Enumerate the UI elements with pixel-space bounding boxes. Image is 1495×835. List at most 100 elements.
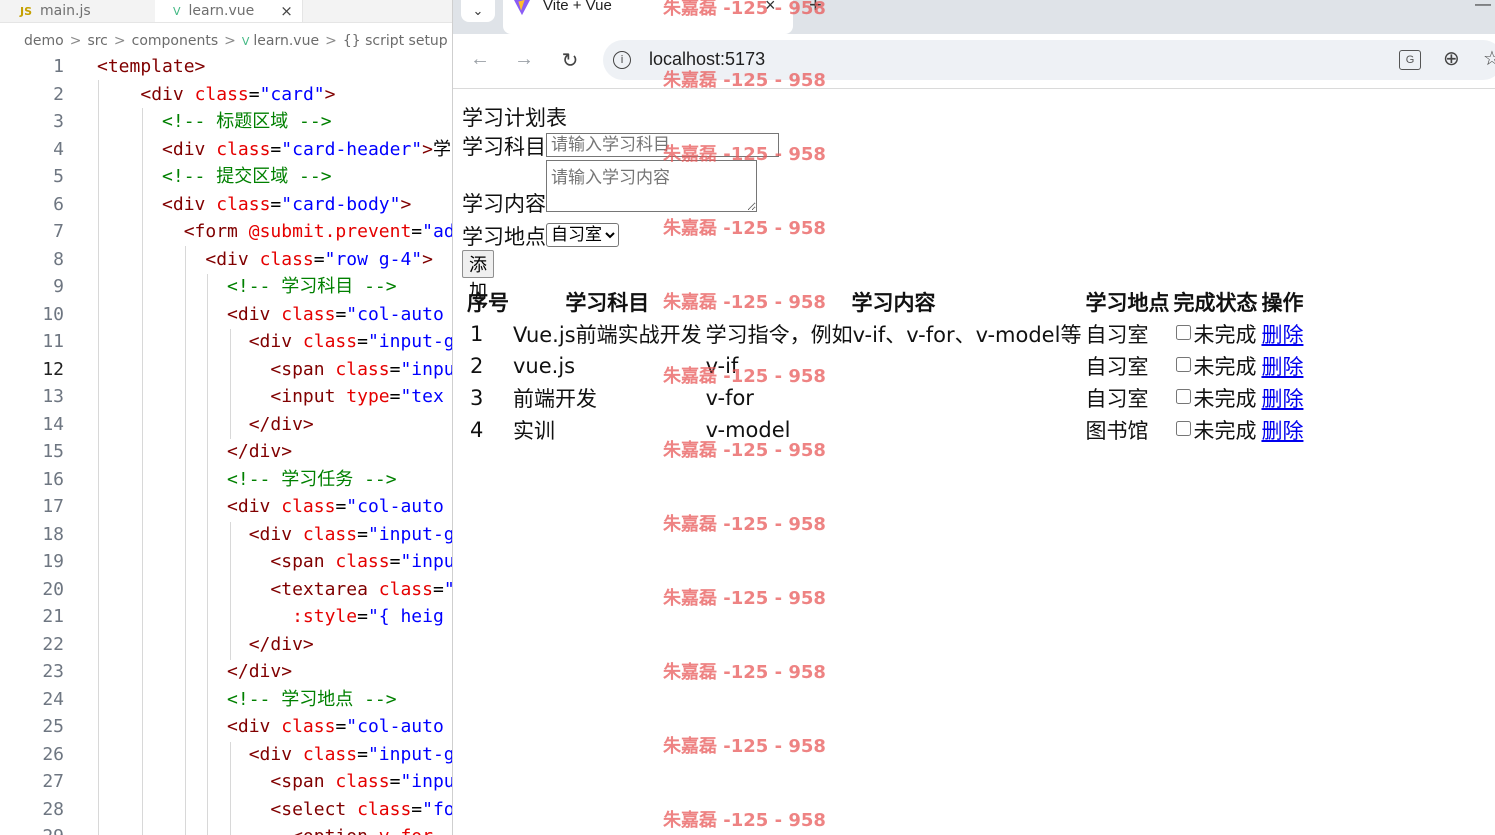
breadcrumb-item[interactable]: src bbox=[87, 33, 107, 49]
breadcrumb-item[interactable]: {} script setup bbox=[343, 33, 448, 49]
row-content: v-for bbox=[705, 386, 754, 410]
reload-icon[interactable]: ↻ bbox=[557, 48, 583, 73]
line-number: 8 bbox=[53, 248, 64, 270]
row-action: 删除 bbox=[1260, 415, 1304, 445]
code-line: <span class="inpu bbox=[270, 358, 452, 380]
line-number: 9 bbox=[53, 276, 64, 297]
place-row: 学习地点 自习室 bbox=[462, 221, 619, 251]
code-editor[interactable]: JS main.js V learn.vue × demo > src > co… bbox=[0, 0, 452, 835]
delete-link[interactable]: 删除 bbox=[1261, 323, 1303, 347]
line-number: 26 bbox=[42, 743, 64, 765]
row-subject: 前端开发 bbox=[513, 387, 597, 411]
table-row: 4 实训 v-model 图书馆 未完成 删除 bbox=[466, 415, 1304, 445]
row-subject: vue.js bbox=[513, 354, 576, 378]
status-text: 未完成 bbox=[1193, 323, 1257, 347]
vue-file-icon: V bbox=[241, 34, 250, 48]
line-number: 12 bbox=[42, 358, 64, 380]
code-line: <span class="inpu bbox=[270, 551, 452, 572]
browser-tab-title: Vite + Vue bbox=[543, 0, 612, 14]
table-header-row: 序号 学习科目 学习内容 学习地点 完成状态 操作 bbox=[466, 287, 1304, 317]
zoom-icon[interactable]: ⊕ bbox=[1443, 46, 1460, 71]
browser-tab-strip: ⌄ Vite + Vue × + — bbox=[453, 0, 1495, 34]
close-icon[interactable]: × bbox=[280, 2, 293, 20]
breadcrumb-item[interactable]: learn.vue bbox=[253, 33, 319, 49]
line-number: 19 bbox=[42, 551, 64, 572]
breadcrumb-item[interactable]: components bbox=[132, 33, 219, 49]
code-line: <option v-for bbox=[97, 823, 433, 835]
editor-tab-main-js[interactable]: JS main.js bbox=[20, 0, 152, 22]
line-number: 25 bbox=[42, 716, 64, 737]
done-checkbox[interactable] bbox=[1176, 325, 1192, 340]
code-line: <!-- 学习科目 --> bbox=[227, 276, 397, 297]
back-arrow-icon[interactable]: ← bbox=[467, 48, 493, 71]
line-number: 28 bbox=[42, 798, 64, 820]
code-line: </div> bbox=[227, 661, 293, 682]
code-line: :style="{ heig bbox=[292, 606, 444, 627]
code-line: </div> bbox=[248, 633, 314, 655]
code-line: <div class="card-header">学 bbox=[162, 138, 451, 160]
place-label: 学习地点 bbox=[462, 225, 546, 249]
plan-table: 序号 学习科目 学习内容 学习地点 完成状态 操作 1 Vue.js前端实战开发… bbox=[464, 285, 1306, 447]
bookmark-star-icon[interactable]: ☆ bbox=[1483, 46, 1495, 71]
subject-label: 学习科目 bbox=[462, 135, 546, 159]
line-number: 10 bbox=[42, 303, 64, 325]
tab-search-button[interactable]: ⌄ bbox=[461, 0, 495, 22]
place-select[interactable]: 自习室 bbox=[546, 223, 619, 247]
done-checkbox[interactable] bbox=[1176, 389, 1192, 404]
line-number: 14 bbox=[42, 413, 64, 435]
info-icon[interactable]: i bbox=[613, 51, 631, 69]
code-line: <div class="col-auto bbox=[227, 496, 444, 517]
editor-tab-label: learn.vue bbox=[188, 3, 255, 19]
code-line: </div> bbox=[227, 441, 293, 462]
subject-input[interactable] bbox=[546, 133, 779, 157]
new-tab-button[interactable]: + bbox=[809, 0, 822, 18]
content-textarea[interactable] bbox=[546, 160, 757, 212]
row-index: 1 bbox=[470, 322, 484, 346]
row-status: 未完成 bbox=[1172, 383, 1258, 413]
add-button[interactable]: 添加 bbox=[462, 250, 494, 302]
browser-tab-active[interactable]: Vite + Vue × bbox=[503, 0, 793, 34]
line-number: 27 bbox=[42, 771, 64, 792]
minimize-icon[interactable]: — bbox=[1475, 0, 1491, 14]
status-text: 未完成 bbox=[1193, 419, 1257, 443]
table-row: 1 Vue.js前端实战开发 学习指令，例如v-if、v-for、v-model… bbox=[466, 319, 1304, 349]
line-number: 20 bbox=[42, 578, 64, 600]
code-line: <div class="input-g bbox=[248, 331, 452, 352]
forward-arrow-icon[interactable]: → bbox=[511, 48, 537, 71]
page-title: 学习计划表 bbox=[462, 106, 567, 130]
code-line: <div class="col-auto bbox=[227, 303, 444, 325]
row-action: 删除 bbox=[1260, 319, 1304, 349]
line-number: 7 bbox=[53, 221, 64, 242]
translate-icon[interactable]: G bbox=[1399, 50, 1421, 70]
code-line: <div class="card-body"> bbox=[162, 193, 412, 215]
done-checkbox[interactable] bbox=[1176, 357, 1192, 372]
editor-tab-learn-vue[interactable]: V learn.vue × bbox=[155, 0, 303, 22]
row-place: 图书馆 bbox=[1085, 419, 1149, 443]
delete-link[interactable]: 删除 bbox=[1261, 355, 1303, 379]
row-index: 2 bbox=[470, 354, 484, 378]
delete-link[interactable]: 删除 bbox=[1261, 419, 1303, 443]
row-status: 未完成 bbox=[1172, 319, 1258, 349]
column-header-place: 学习地点 bbox=[1085, 291, 1170, 315]
delete-link[interactable]: 删除 bbox=[1261, 387, 1303, 411]
row-subject: Vue.js前端实战开发 bbox=[513, 323, 702, 347]
code-line: <textarea class=" bbox=[270, 578, 452, 600]
done-checkbox[interactable] bbox=[1176, 421, 1192, 436]
chevron-right-icon: > bbox=[224, 33, 236, 49]
code-line: <!-- 提交区域 --> bbox=[162, 166, 332, 187]
vite-logo-icon bbox=[514, 0, 530, 16]
address-bar[interactable]: i localhost:5173 G ⊕ ☆ bbox=[603, 40, 1495, 80]
code-area[interactable]: 1 <template> 2 <div class="card"> 3 <!-- … bbox=[0, 53, 452, 835]
content-row: 学习内容 bbox=[462, 160, 757, 216]
code-line: <div class="card"> bbox=[140, 83, 336, 105]
line-number: 4 bbox=[53, 138, 64, 160]
line-number: 23 bbox=[42, 661, 64, 682]
url-text[interactable]: localhost:5173 bbox=[649, 49, 765, 70]
column-header-action: 操作 bbox=[1261, 291, 1304, 315]
line-number: 22 bbox=[42, 633, 64, 655]
line-number: 16 bbox=[42, 468, 64, 490]
close-icon[interactable]: × bbox=[765, 0, 776, 16]
code-line: <select class="fo bbox=[270, 798, 452, 820]
breadcrumb-item[interactable]: demo bbox=[24, 33, 64, 49]
line-number: 3 bbox=[53, 111, 64, 132]
